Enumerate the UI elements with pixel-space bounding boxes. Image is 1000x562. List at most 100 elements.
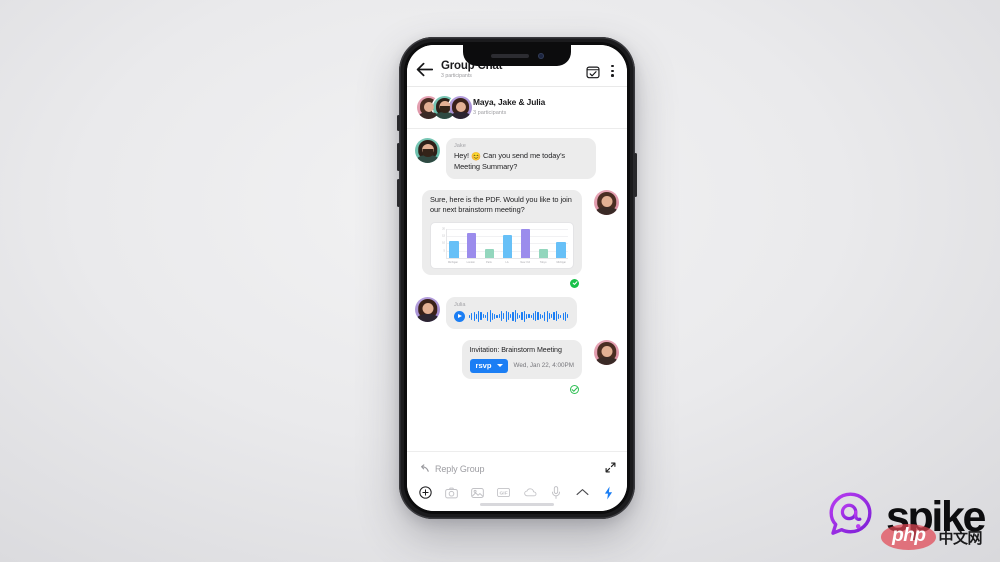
message-maya-invite[interactable]: Invitation: Brainstorm Meeting rsvp Wed,… (415, 339, 619, 379)
audio-waveform[interactable] (469, 310, 569, 323)
kebab-menu-button[interactable] (607, 63, 618, 79)
microphone-icon[interactable] (550, 486, 563, 499)
kebab-menu-icon (607, 63, 618, 79)
message-bubble[interactable]: Sure, here is the PDF. Would you like to… (422, 189, 582, 275)
waveform-bar (557, 313, 560, 319)
reply-input[interactable]: Reply Group (435, 464, 599, 474)
calendar-check-icon[interactable] (586, 65, 600, 79)
volume-up-button[interactable] (397, 143, 400, 171)
rsvp-dropdown-button[interactable]: rsvp (469, 358, 508, 373)
waveform-bar (537, 312, 539, 321)
gif-icon[interactable]: GIF (497, 486, 511, 499)
waveform-bar (514, 310, 516, 323)
avatar-maya[interactable] (594, 189, 619, 215)
avatar-julia[interactable] (415, 296, 440, 322)
message-text-before: Hey! (454, 151, 469, 160)
x-tick-label: London (466, 260, 475, 264)
waveform-bar (521, 312, 523, 321)
avatar-jake[interactable] (415, 138, 440, 163)
volume-down-button[interactable] (397, 179, 400, 207)
waveform-bar (562, 312, 564, 320)
header-subtitle: 3 participants (441, 72, 472, 79)
waveform-bar (510, 314, 512, 319)
avatar-maya[interactable] (594, 339, 619, 365)
waveform-bar (523, 310, 525, 322)
waveform-bar (478, 310, 480, 322)
waveform-bar (491, 312, 493, 320)
waveform-bar (553, 312, 555, 321)
avatar-julia[interactable] (449, 96, 472, 119)
participants-bar[interactable]: Maya, Jake & Julia 3 participants (407, 87, 627, 129)
phone-screen: Group Chat 3 participants Maya, Jake & J… (407, 45, 627, 511)
x-tick-label: LA (505, 260, 509, 264)
message-status-row (415, 278, 619, 288)
front-camera-icon (537, 52, 544, 59)
image-icon[interactable] (471, 486, 485, 499)
play-icon[interactable] (454, 310, 465, 322)
conversation-list[interactable]: Jake Hey! 😊 Can you send me today’s Meet… (407, 129, 627, 451)
invitation-title: Invitation: Brainstorm Meeting (469, 345, 562, 354)
waveform-bar (500, 311, 503, 322)
waveform-bar (564, 311, 566, 321)
bar-0 (449, 240, 459, 258)
silent-switch[interactable] (397, 115, 400, 131)
invitation-actions: rsvp Wed, Jan 22, 4:00PM (469, 358, 574, 373)
cloud-icon[interactable] (523, 486, 537, 499)
bar-series (449, 228, 566, 258)
add-icon[interactable] (419, 486, 432, 499)
svg-text:GIF: GIF (500, 491, 508, 497)
watermark-php: php (881, 524, 937, 550)
message-text: Sure, here is the PDF. Would you like to… (430, 194, 572, 215)
sender-name: Jake (454, 143, 466, 149)
chevron-down-icon (496, 363, 503, 367)
waveform-bar (560, 314, 562, 318)
waveform-bar (519, 314, 521, 318)
lightning-bolt-icon[interactable] (602, 486, 615, 499)
waveform-bar (532, 312, 535, 320)
y-tick-label: 20 (442, 227, 445, 231)
voice-message-bubble[interactable]: Julia (446, 296, 578, 329)
message-maya-pdf[interactable]: Sure, here is the PDF. Would you like to… (415, 189, 619, 275)
reply-arrow-icon (418, 460, 429, 478)
waveform-bar (480, 312, 482, 321)
message-status-row (415, 384, 619, 394)
waveform-bar (542, 314, 544, 318)
waveform-bar (507, 312, 509, 321)
waveform-bar (505, 310, 507, 322)
y-tick-label: 10 (442, 241, 445, 245)
message-bubble[interactable]: Jake Hey! 😊 Can you send me today’s Meet… (446, 138, 596, 179)
bar-1 (466, 233, 477, 258)
waveform-bar (567, 314, 569, 319)
waveform-bar (548, 313, 551, 320)
x-tick-label: New York (520, 260, 530, 264)
invitation-bubble[interactable]: Invitation: Brainstorm Meeting rsvp Wed,… (461, 339, 582, 379)
waveform-bar (471, 312, 473, 320)
waveform-bar (528, 314, 530, 319)
power-button[interactable] (634, 153, 637, 197)
pdf-attachment-preview[interactable]: 20 15 10 5 Michigan London Paris LA New York… (430, 221, 574, 269)
waveform-bar (530, 314, 532, 318)
expand-icon[interactable] (605, 460, 616, 478)
camera-icon[interactable] (445, 486, 458, 499)
waveform-bar (551, 314, 553, 319)
status-badge-sent (570, 278, 579, 288)
watermark-cn: 中文网 (938, 529, 982, 547)
waveform-bar (496, 314, 498, 318)
waveform-bar (544, 311, 546, 321)
x-tick-label: Tokyo (539, 260, 547, 264)
participants-text: Maya, Jake & Julia 3 participants (473, 98, 545, 116)
participants-count: 3 participants (473, 110, 507, 117)
message-jake-request[interactable]: Jake Hey! 😊 Can you send me today’s Meet… (415, 138, 619, 179)
back-button[interactable] (415, 60, 434, 79)
chevron-up-icon[interactable] (576, 486, 589, 499)
message-julia-voice[interactable]: Julia (415, 296, 619, 329)
watermark: php 中文网 (881, 524, 982, 550)
voice-player[interactable] (454, 310, 569, 323)
reply-row[interactable]: Reply Group (407, 452, 627, 485)
waveform-bar (469, 314, 471, 318)
waveform-bar (512, 311, 514, 321)
phone-mockup: Group Chat 3 participants Maya, Jake & J… (397, 37, 637, 519)
bar-6 (556, 241, 566, 258)
y-tick-label: 15 (442, 234, 445, 238)
bar-5 (538, 249, 549, 258)
